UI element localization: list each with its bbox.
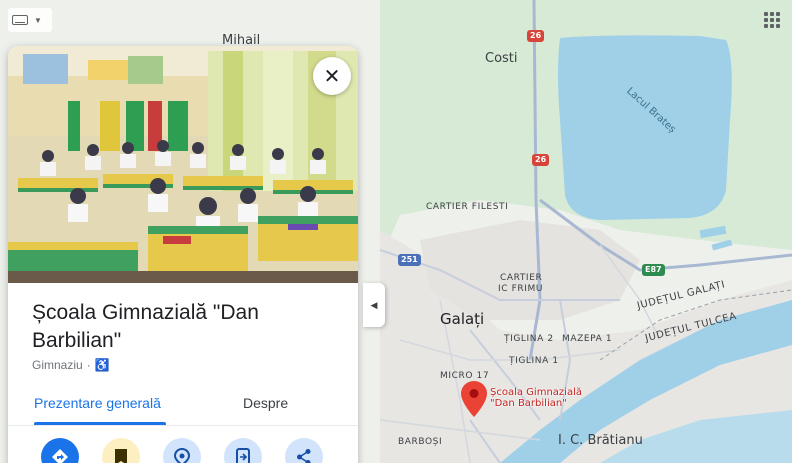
separator-dot: · (86, 358, 91, 372)
keyboard-button[interactable]: ▼ (8, 8, 52, 32)
apps-dot (764, 12, 768, 16)
place-pin-marker[interactable] (461, 381, 487, 417)
place-panel: ✕ Școala Gimnazială "Dan Barbilian" Gimn… (8, 46, 358, 463)
route-26-shield: 26 (532, 154, 550, 166)
place-label-ic-bratianu: I. C. Brătianu (558, 433, 643, 448)
place-category: Gimnaziu (32, 358, 83, 372)
collapse-panel-button[interactable]: ◀ (363, 283, 385, 327)
route-e87-shield: E87 (642, 264, 665, 276)
share-icon (297, 449, 311, 463)
send-to-phone-icon (236, 448, 250, 463)
district-label-tiglina-2: ȚIGLINA 2 (504, 334, 554, 344)
directions-icon (52, 449, 68, 463)
close-button[interactable]: ✕ (313, 57, 351, 95)
district-label-mazepa-1: MAZEPA 1 (562, 334, 613, 344)
pin-label-line-2: "Dan Barbilian" (490, 398, 567, 409)
map-pin-icon (461, 381, 487, 417)
place-tabs: Prezentare generală Despre (8, 386, 358, 426)
close-icon: ✕ (323, 65, 341, 88)
tab-active-indicator (34, 422, 166, 425)
pin-label-line-1: Școala Gimnazială (490, 387, 582, 398)
nearby-icon (174, 448, 190, 463)
apps-dot (776, 12, 780, 16)
city-label-galati: Galați (440, 310, 485, 328)
directions-button[interactable] (41, 438, 79, 463)
share-button[interactable] (285, 438, 323, 463)
place-title: Școala Gimnazială "Dan Barbilian" (32, 301, 259, 352)
apps-dot (770, 18, 774, 22)
classroom-photo (8, 46, 358, 283)
nearby-button[interactable] (163, 438, 201, 463)
apps-grid-button[interactable] (760, 8, 784, 32)
caret-down-icon: ▼ (34, 15, 42, 25)
send-to-phone-button[interactable] (224, 438, 262, 463)
apps-dot (770, 12, 774, 16)
route-26-shield: 26 (527, 30, 545, 42)
district-label-barbosi: BARBOȘI (398, 437, 443, 447)
apps-dot (764, 24, 768, 28)
place-pin-label[interactable]: Școala Gimnazială "Dan Barbilian" (490, 387, 582, 409)
district-label-cartier-filesti: CARTIER FILESTI (426, 202, 509, 212)
place-photo[interactable] (8, 46, 358, 283)
apps-dot (770, 24, 774, 28)
save-bookmark-icon (115, 449, 127, 463)
tab-overview[interactable]: Prezentare generală (34, 395, 161, 411)
place-label-costi: Costi (485, 51, 518, 66)
district-label-micro-17: MICRO 17 (440, 371, 490, 381)
apps-dot (764, 18, 768, 22)
apps-dot (776, 18, 780, 22)
apps-dot (776, 24, 780, 28)
district-label-cartier: CARTIER (500, 273, 543, 283)
keyboard-icon (12, 15, 28, 25)
district-label-tiglina-1: ȚIGLINA 1 (509, 356, 559, 366)
save-button[interactable] (102, 438, 140, 463)
tab-about[interactable]: Despre (243, 395, 288, 411)
route-251-shield: 251 (398, 254, 421, 266)
district-label-ic-frimu: IC FRIMU (498, 284, 544, 294)
chevron-left-icon: ◀ (370, 299, 378, 310)
wheelchair-accessible-icon: ♿ (94, 358, 110, 372)
place-subtitle: Gimnaziu · ♿ (32, 358, 110, 372)
